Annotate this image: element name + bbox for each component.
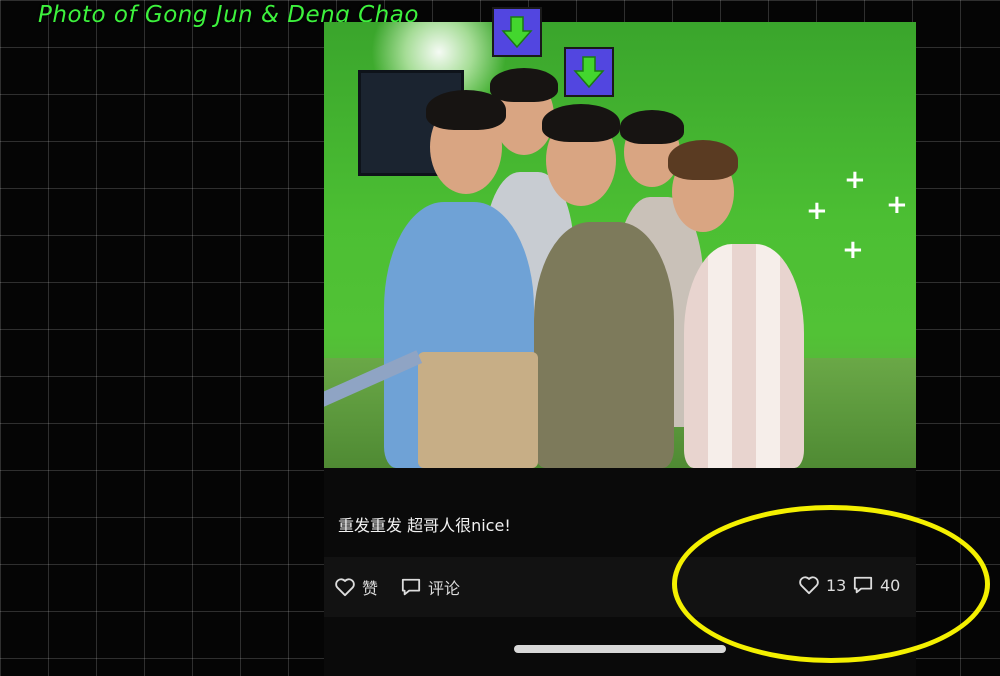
- person-woman-dress: [684, 244, 804, 468]
- person-green-shirt: [534, 222, 674, 468]
- tracking-mark: +: [886, 190, 908, 220]
- arrow-down-marker: [564, 47, 614, 97]
- home-indicator[interactable]: [514, 645, 726, 653]
- comment-button[interactable]: 评论: [400, 575, 460, 599]
- heart-icon: [335, 578, 355, 597]
- comment-icon: [401, 578, 421, 596]
- post-caption: 重发重发 超哥人很nice!: [338, 516, 511, 535]
- tracking-mark: +: [842, 235, 864, 265]
- comment-label: 评论: [428, 579, 461, 598]
- person-hair: [620, 110, 684, 144]
- person-khaki-pants: [418, 352, 538, 468]
- highlight-circle: [672, 505, 990, 663]
- arrow-down-marker: [492, 7, 542, 57]
- post-photo[interactable]: + + + +: [324, 22, 916, 468]
- person-hair: [426, 90, 506, 130]
- tracking-mark: +: [844, 165, 866, 195]
- like-button[interactable]: 赞: [334, 575, 378, 599]
- arrow-down-icon: [573, 56, 605, 89]
- person-hair: [490, 68, 558, 102]
- person-hair: [668, 140, 738, 180]
- person-hair: [542, 104, 620, 142]
- tracking-mark: +: [806, 196, 828, 226]
- like-label: 赞: [362, 579, 379, 598]
- arrow-down-icon: [501, 16, 533, 49]
